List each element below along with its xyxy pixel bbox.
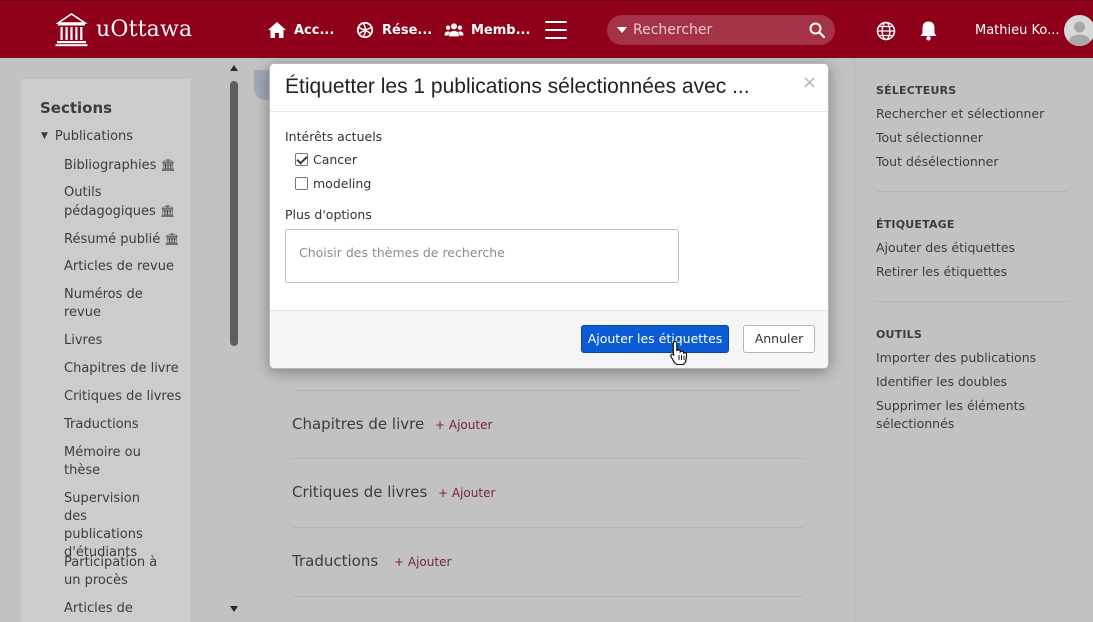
sidebar-item-supervision[interactable]: Supervision des publications d'étudiants <box>64 490 164 562</box>
cancel-button[interactable]: Annuler <box>743 325 815 353</box>
scrollbar-thumb[interactable] <box>230 81 238 346</box>
sidebar-item-articles-de[interactable]: Articles de <box>64 600 184 618</box>
nav-members-label: Memb... <box>471 22 531 38</box>
search-dropdown-caret-icon[interactable] <box>617 27 627 33</box>
sidebar-item-label: Outils pédagogiques <box>64 185 156 219</box>
add-traduction-link[interactable]: + Ajouter <box>394 555 451 569</box>
dialog-title: Étiquetter les 1 publications sélectionn… <box>285 75 750 98</box>
search-input[interactable]: Rechercher <box>633 22 809 38</box>
sidebar-item-memoire-ou-these[interactable]: Mémoire ou thèse <box>64 444 154 480</box>
university-building-icon <box>55 13 88 47</box>
sidebar-item-critiques-de-livres[interactable]: Critiques de livres <box>64 388 189 406</box>
sidebar-item-label: Publications <box>54 129 134 144</box>
section-title: Traductions <box>292 552 379 570</box>
add-tags-button[interactable]: Ajouter les étiquettes <box>581 325 729 353</box>
user-silhouette-icon <box>1068 21 1091 46</box>
sidebar-item-label: Résumé publié <box>64 232 161 247</box>
search-bar[interactable]: Rechercher <box>607 15 835 45</box>
section-title: Chapitres de livre <box>292 415 425 433</box>
sidebar-item-traductions[interactable]: Traductions <box>64 416 184 434</box>
dialog-footer: Ajouter les étiquettes Annuler <box>270 310 828 368</box>
scroll-down-arrow-icon[interactable] <box>230 606 238 612</box>
add-critique-link[interactable]: + Ajouter <box>438 486 495 500</box>
divider <box>876 191 1068 192</box>
research-themes-input[interactable]: Choisir des thèmes de recherche <box>285 229 679 283</box>
sidebar-item-chapitres-de-livre[interactable]: Chapitres de livre <box>64 360 184 378</box>
nav-members[interactable]: Memb... <box>444 21 530 39</box>
search-icon[interactable] <box>809 22 825 38</box>
deselect-all-link[interactable]: Tout désélectionner <box>876 153 1076 171</box>
sidebar-item-resume-publie[interactable]: Résumé publié 🏛 <box>64 230 184 249</box>
sidebar-item-outils-pedagogiques[interactable]: Outils pédagogiques 🏛 <box>64 184 184 221</box>
scroll-up-arrow-icon[interactable] <box>230 65 238 71</box>
tree-expand-triangle-icon[interactable]: ▼ <box>41 131 48 141</box>
network-icon <box>356 21 374 39</box>
tools-heading: OUTILS <box>876 328 923 341</box>
sidebar-item-label: Bibliographies <box>64 158 157 173</box>
search-and-select-link[interactable]: Rechercher et sélectionner <box>876 105 1076 123</box>
avatar[interactable] <box>1064 15 1093 46</box>
profile-photo-edge <box>254 70 269 100</box>
section-row-critiques: Critiques de livres + Ajouter <box>292 459 804 528</box>
sidebar-item-publications[interactable]: ▼ Publications <box>41 129 133 144</box>
select-all-link[interactable]: Tout sélectionner <box>876 129 1076 147</box>
checkbox-checked[interactable] <box>295 153 308 166</box>
institution-icon: 🏛 <box>159 204 176 218</box>
interest-checkbox-cancer[interactable]: Cancer <box>295 152 357 167</box>
home-icon <box>268 22 286 38</box>
nav-network[interactable]: Rése... <box>355 21 432 39</box>
sections-sidebar: Sections ▼ Publications Bibliographies 🏛… <box>21 79 190 622</box>
hamburger-menu-icon[interactable] <box>545 21 567 39</box>
add-chapitre-link[interactable]: + Ajouter <box>435 418 492 432</box>
institution-icon: 🏛 <box>160 158 176 172</box>
delete-selected-link[interactable]: Supprimer les éléments sélectionnés <box>876 397 1036 433</box>
sidebar-item-bibliographies[interactable]: Bibliographies 🏛 <box>64 156 184 175</box>
sidebar-item-numeros-de-revue[interactable]: Numéros de revue <box>64 286 154 322</box>
nav-home[interactable]: Acc... <box>267 21 334 39</box>
globe-icon[interactable] <box>876 21 896 41</box>
vertical-scrollbar[interactable] <box>227 58 242 622</box>
checkbox-label: Cancer <box>313 152 358 167</box>
checkbox-unchecked[interactable] <box>295 177 308 190</box>
divider <box>876 301 1068 302</box>
close-icon[interactable]: × <box>802 72 817 93</box>
selectors-heading: SÉLECTEURS <box>876 84 957 97</box>
sidebar-item-participation-proces[interactable]: Participation à un procès <box>64 554 174 590</box>
section-title: Critiques de livres <box>292 483 428 501</box>
uottawa-logo[interactable]: uOttawa <box>55 11 192 47</box>
section-row-traductions: Traductions + Ajouter <box>292 528 804 597</box>
top-navigation-bar: uOttawa Acc... Rése... Memb... Recherche… <box>0 0 1093 58</box>
institution-icon: 🏛 <box>164 232 180 246</box>
user-name[interactable]: Mathieu Ko... <box>975 23 1060 38</box>
add-tags-link[interactable]: Ajouter des étiquettes <box>876 239 1076 257</box>
logo-text: uOttawa <box>96 16 193 42</box>
more-options-label: Plus d'options <box>285 207 372 222</box>
dialog-header: Étiquetter les 1 publications sélectionn… <box>270 64 828 112</box>
interest-checkbox-modeling[interactable]: modeling <box>295 176 371 191</box>
remove-tags-link[interactable]: Retirer les étiquettes <box>876 263 1076 281</box>
nav-home-label: Acc... <box>294 22 335 38</box>
tagging-heading: ÉTIQUETAGE <box>876 218 955 231</box>
import-publications-link[interactable]: Importer des publications <box>876 349 1076 367</box>
identify-duplicates-link[interactable]: Identifier les doubles <box>876 373 1076 391</box>
bell-icon[interactable] <box>919 20 938 41</box>
checkbox-label: modeling <box>313 176 372 191</box>
current-interests-label: Intérêts actuels <box>285 129 383 144</box>
sidebar-item-livres[interactable]: Livres <box>64 332 184 350</box>
actions-panel: SÉLECTEURS Rechercher et sélectionner To… <box>854 58 1093 622</box>
research-themes-placeholder: Choisir des thèmes de recherche <box>299 245 505 260</box>
members-icon <box>444 23 464 37</box>
sidebar-title: Sections <box>40 99 113 117</box>
nav-network-label: Rése... <box>382 22 433 38</box>
section-row-chapitres: Chapitres de livre + Ajouter <box>292 390 804 459</box>
tag-publications-dialog: Étiquetter les 1 publications sélectionn… <box>269 63 829 369</box>
sidebar-item-articles-de-revue[interactable]: Articles de revue <box>64 258 184 276</box>
